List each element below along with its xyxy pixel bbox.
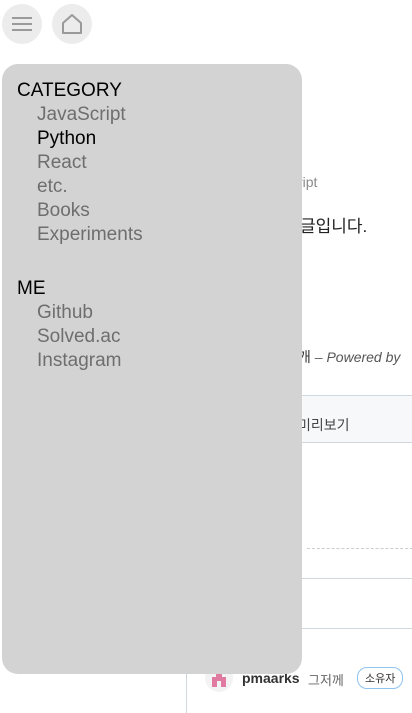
me-section: ME Github Solved.ac Instagram [17,277,302,373]
section-title-me: ME [17,278,46,299]
section-title-category: CATEGORY [17,80,122,101]
owner-badge: 소유자 [357,667,404,689]
comment-time[interactable]: 그저께 [308,670,344,689]
nav-item-instagram[interactable]: Instagram [37,349,302,373]
home-button[interactable] [52,4,92,44]
nav-item-github[interactable]: Github [37,301,302,325]
category-section: CATEGORY JavaScript Python React etc. Bo… [17,79,302,247]
hamburger-icon [12,17,32,31]
nav-item-experiments[interactable]: Experiments [37,223,302,247]
navigation-drawer: CATEGORY JavaScript Python React etc. Bo… [2,64,302,674]
nav-item-books[interactable]: Books [37,199,302,223]
nav-item-javascript[interactable]: JavaScript [37,103,302,127]
comment-count: 개 – Powered by [298,347,400,367]
nav-item-python[interactable]: Python [37,127,302,151]
home-icon [62,14,82,34]
editor-divider [307,548,412,549]
nav-item-solvedac[interactable]: Solved.ac [37,325,302,349]
tab-preview[interactable]: 미리보기 [298,415,350,435]
post-description: 글입니다. [300,217,368,236]
powered-by-text: – Powered by [314,349,401,365]
nav-item-etc[interactable]: etc. [37,175,302,199]
nav-item-react[interactable]: React [37,151,302,175]
menu-button[interactable] [2,4,42,44]
